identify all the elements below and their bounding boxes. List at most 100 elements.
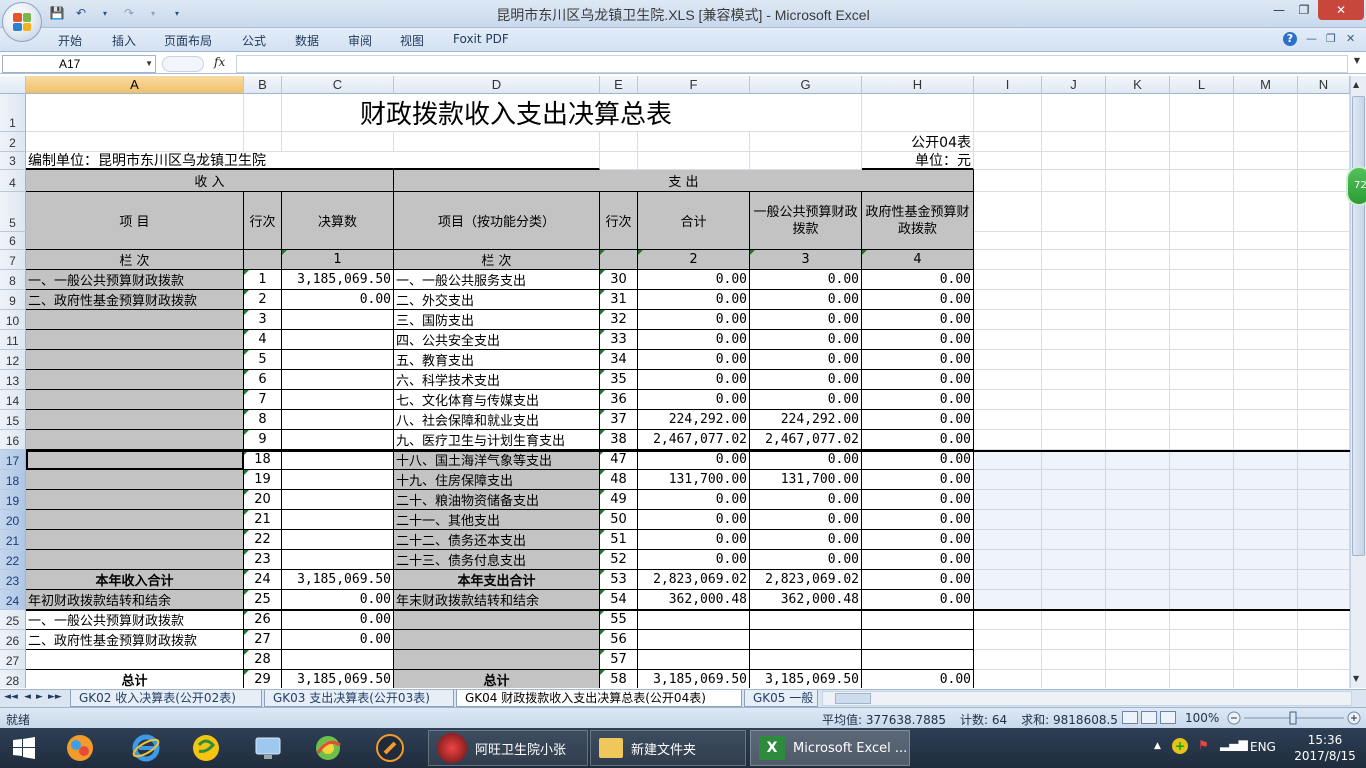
expense-item[interactable]: 六、科学技术支出: [394, 370, 600, 390]
cell[interactable]: [1298, 250, 1350, 270]
income-line-no[interactable]: 22: [244, 530, 282, 550]
income-item[interactable]: [26, 310, 244, 330]
cell[interactable]: [1042, 250, 1106, 270]
cell[interactable]: [1170, 330, 1234, 350]
total-header[interactable]: 合计: [638, 192, 750, 250]
income-item[interactable]: [26, 650, 244, 670]
column-header-l[interactable]: L: [1170, 76, 1234, 94]
ribbon-restore-icon[interactable]: ❐: [1326, 32, 1336, 45]
expense-general[interactable]: 0.00: [750, 330, 862, 350]
expense-fund[interactable]: 0.00: [862, 330, 974, 350]
expense-line-no[interactable]: 54: [600, 590, 638, 610]
income-amount[interactable]: [282, 390, 394, 410]
cell[interactable]: [974, 290, 1042, 310]
expense-item[interactable]: 年末财政拨款结转和结余: [394, 590, 600, 610]
cell[interactable]: [1042, 310, 1106, 330]
cell[interactable]: [974, 350, 1042, 370]
cell[interactable]: [1170, 192, 1234, 232]
cell[interactable]: [1234, 370, 1298, 390]
cell[interactable]: [1042, 630, 1106, 650]
row-header-28[interactable]: 28: [0, 670, 26, 688]
expense-item[interactable]: 本年支出合计: [394, 570, 600, 590]
income-item[interactable]: [26, 430, 244, 450]
income-line-no[interactable]: 19: [244, 470, 282, 490]
help-icon[interactable]: ?: [1283, 32, 1297, 46]
column-header-m[interactable]: M: [1234, 76, 1298, 94]
row-header-6[interactable]: 6: [0, 232, 26, 250]
cell[interactable]: [974, 330, 1042, 350]
income-amount[interactable]: [282, 490, 394, 510]
cell[interactable]: [26, 94, 244, 132]
cell[interactable]: [1042, 390, 1106, 410]
income-amount[interactable]: [282, 470, 394, 490]
cell[interactable]: [1106, 250, 1170, 270]
income-line-no[interactable]: 3: [244, 310, 282, 330]
income-amount[interactable]: [282, 550, 394, 570]
cell[interactable]: [1234, 132, 1298, 152]
cell[interactable]: [1298, 270, 1350, 290]
remote-desktop-icon[interactable]: [248, 732, 288, 764]
expense-fund[interactable]: 0.00: [862, 410, 974, 430]
income-amount[interactable]: 0.00: [282, 630, 394, 650]
cell[interactable]: [974, 370, 1042, 390]
tray-expand-icon[interactable]: ▲: [1154, 741, 1161, 751]
cell[interactable]: [1106, 430, 1170, 450]
income-item[interactable]: [26, 490, 244, 510]
expense-total[interactable]: 0.00: [638, 330, 750, 350]
income-line-no[interactable]: 6: [244, 370, 282, 390]
cell[interactable]: [1170, 410, 1234, 430]
cell[interactable]: [974, 250, 1042, 270]
cell[interactable]: [974, 132, 1042, 152]
row-header-8[interactable]: 8: [0, 270, 26, 290]
row-header-5[interactable]: 5: [0, 192, 26, 232]
cell[interactable]: [974, 390, 1042, 410]
column-header-g[interactable]: G: [750, 76, 862, 94]
expense-total[interactable]: 0.00: [638, 370, 750, 390]
ribbon-minimize-icon[interactable]: —: [1306, 32, 1317, 45]
tab-review[interactable]: 审阅: [348, 32, 372, 49]
cell[interactable]: [1298, 350, 1350, 370]
expense-total[interactable]: 0.00: [638, 290, 750, 310]
row-header-7[interactable]: 7: [0, 250, 26, 270]
cell[interactable]: [1298, 650, 1350, 670]
expense-line-no[interactable]: 32: [600, 310, 638, 330]
cell[interactable]: [974, 192, 1042, 232]
row-header-14[interactable]: 14: [0, 390, 26, 410]
horizontal-scroll-thumb[interactable]: [835, 693, 871, 704]
expense-general[interactable]: 131,700.00: [750, 470, 862, 490]
column-header-d[interactable]: D: [394, 76, 600, 94]
amount-header[interactable]: 决算数: [282, 192, 394, 250]
cell[interactable]: [1234, 430, 1298, 450]
page-layout-view-icon[interactable]: [1141, 711, 1157, 724]
cell[interactable]: [1106, 630, 1170, 650]
cell[interactable]: [974, 670, 1042, 688]
expense-line-no[interactable]: 38: [600, 430, 638, 450]
worksheet[interactable]: ABCDEFGHIJKLMN 1 2 3 4 5 6 7 8 9 10 11 12 13 14 15 16 17…: [0, 76, 1350, 688]
income-line-no[interactable]: 26: [244, 610, 282, 630]
cell[interactable]: [1234, 270, 1298, 290]
vertical-scroll-thumb[interactable]: [1352, 96, 1365, 556]
income-item[interactable]: [26, 450, 244, 470]
cell[interactable]: [1042, 132, 1106, 152]
expense-line-no[interactable]: 58: [600, 670, 638, 688]
cell[interactable]: [1106, 350, 1170, 370]
cell[interactable]: [1106, 270, 1170, 290]
formula-input[interactable]: [236, 55, 1348, 73]
expense-line-no[interactable]: 53: [600, 570, 638, 590]
cell[interactable]: [974, 410, 1042, 430]
expense-line-no[interactable]: 49: [600, 490, 638, 510]
expense-total[interactable]: 2,467,077.02: [638, 430, 750, 450]
income-item[interactable]: [26, 370, 244, 390]
expense-line-no[interactable]: 57: [600, 650, 638, 670]
cell[interactable]: [1234, 152, 1298, 170]
expense-general[interactable]: 0.00: [750, 270, 862, 290]
column-header-h[interactable]: H: [862, 76, 974, 94]
cell[interactable]: [1106, 370, 1170, 390]
cell[interactable]: [1042, 650, 1106, 670]
cell[interactable]: [1042, 610, 1106, 630]
row-header-18[interactable]: 18: [0, 470, 26, 490]
cell[interactable]: [1170, 290, 1234, 310]
insert-function-icon[interactable]: fx: [214, 55, 225, 69]
cell[interactable]: [974, 430, 1042, 450]
income-amount[interactable]: [282, 650, 394, 670]
